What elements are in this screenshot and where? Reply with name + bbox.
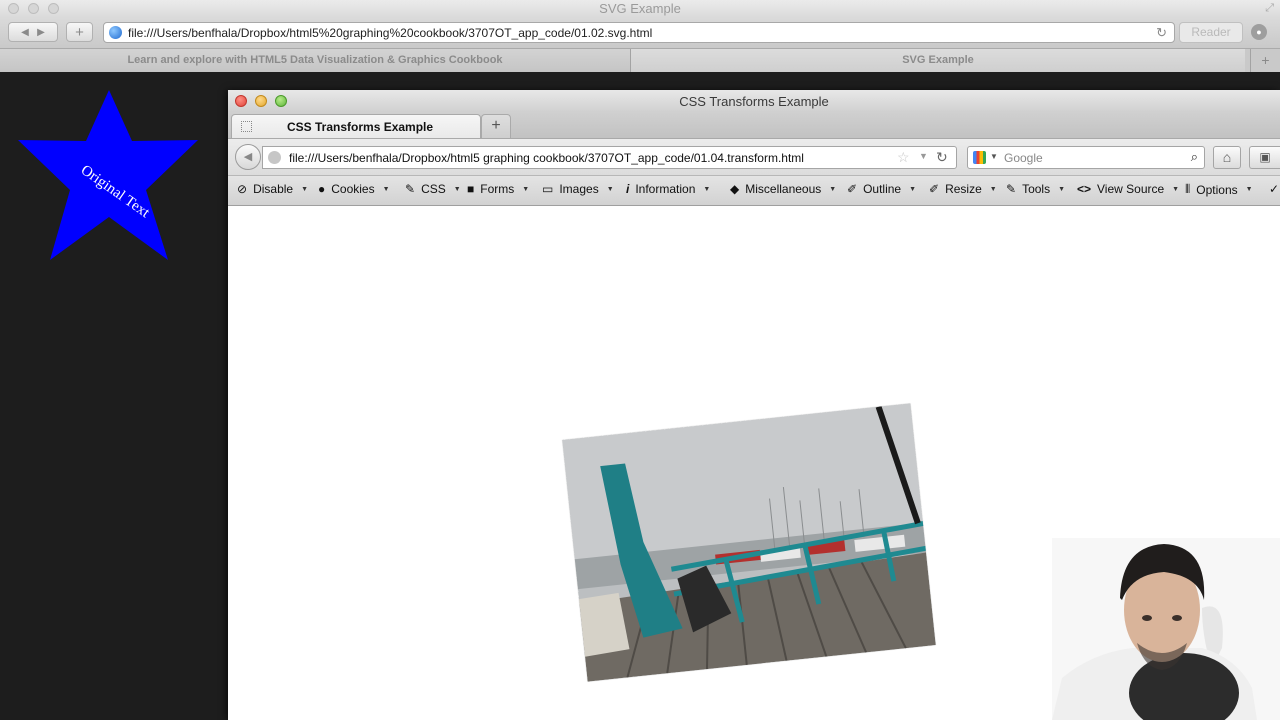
back-tab-cookbook[interactable]: Learn and explore with HTML5 Data Visual… (0, 49, 631, 72)
options-icon: ⦀ (1185, 182, 1191, 196)
chevron-down-icon: ▼ (301, 185, 309, 193)
webdev-label: Resize (945, 182, 982, 196)
back-tab-bar: Learn and explore with HTML5 Data Visual… (0, 48, 1280, 72)
search-box[interactable]: ▼ Google ⌕ (967, 146, 1205, 169)
search-placeholder: Google (1004, 151, 1043, 165)
back-window-title: SVG Example (599, 1, 681, 16)
fullscreen-icon[interactable]: ⤢ (1265, 2, 1274, 15)
chevron-down-icon: ▼ (522, 185, 530, 193)
checkmark-icon[interactable]: ✓ (1269, 182, 1280, 196)
back-address-bar[interactable]: file:///Users/benfhala/Dropbox/html5%20g… (103, 22, 1175, 43)
outline-icon: ✐ (847, 182, 858, 196)
reload-icon[interactable]: ↻ (936, 149, 948, 166)
chevron-down-icon: ▼ (382, 185, 390, 193)
disable-icon: ⊘ (237, 182, 248, 196)
bookmarks-button[interactable]: ▣ (1249, 146, 1280, 169)
chevron-down-icon: ▼ (829, 185, 837, 193)
webdev-menu-cookies[interactable]: ● Cookies ▼ (318, 182, 390, 196)
transformed-harbor-photo (562, 403, 936, 682)
webdev-menu-information[interactable]: i Information ▼ (626, 182, 710, 196)
search-icon[interactable]: ⌕ (1191, 149, 1198, 165)
webdev-label: Options (1196, 182, 1238, 197)
chevron-down-icon: ▼ (606, 185, 614, 193)
webdev-label: Cookies (331, 182, 375, 196)
webdev-label: Miscellaneous (745, 182, 822, 196)
information-icon: i (626, 182, 630, 196)
back-window-titlebar: SVG Example ⤢ (0, 0, 1280, 18)
front-url-text: file:///Users/benfhala/Dropbox/html5 gra… (289, 151, 804, 165)
front-navigation-bar: ◀ file:///Users/benfhala/Dropbox/html5 g… (228, 138, 1280, 175)
check-icon: ✓ (1269, 182, 1280, 196)
svg-star: Original Text (18, 90, 198, 260)
back-window-toolbar: ◀ ▶ + file:///Users/benfhala/Dropbox/htm… (0, 18, 1280, 48)
webdev-label: Outline (863, 182, 902, 196)
front-window-title: CSS Transforms Example (679, 94, 829, 109)
webdev-label: Disable (253, 182, 294, 196)
back-arrow-icon[interactable]: ◀ (21, 27, 29, 38)
webdev-label: CSS (421, 182, 446, 196)
webdev-menu-options[interactable]: ⦀ Options ▼ (1185, 182, 1253, 197)
star-shape (18, 90, 198, 260)
webdev-label: View Source (1097, 182, 1165, 196)
chevron-down-icon: ▼ (989, 185, 997, 193)
back-new-tab-button[interactable]: + (1250, 49, 1280, 72)
chevron-down-icon: ▼ (1058, 185, 1066, 193)
new-tab-button[interactable]: + (481, 114, 511, 138)
tab-css-transforms[interactable]: CSS Transforms Example (231, 114, 481, 138)
back-tab-svg-example[interactable]: SVG Example (631, 49, 1245, 72)
webdev-menu-outline[interactable]: ✐ Outline ▼ (847, 182, 916, 196)
forms-icon: ■ (467, 182, 475, 196)
images-icon: ▭ (542, 182, 554, 196)
webdev-menu-view-source[interactable]: <> View Source ▼ (1077, 182, 1179, 196)
webdev-label: Forms (480, 182, 515, 196)
miscellaneous-icon: ◆ (730, 182, 740, 196)
chevron-down-icon: ▼ (909, 185, 917, 193)
search-engine-dropdown-icon[interactable]: ▼ (990, 152, 998, 161)
css-icon: ✎ (405, 182, 416, 196)
view-source-icon: <> (1077, 182, 1092, 196)
bookmark-star-icon[interactable]: ☆ (897, 149, 910, 166)
webdev-menu-tools[interactable]: ✎ Tools ▼ (1006, 182, 1065, 196)
front-address-bar[interactable]: file:///Users/benfhala/Dropbox/html5 gra… (262, 146, 957, 169)
reader-button[interactable]: Reader (1179, 22, 1243, 43)
chevron-down-icon: ▼ (1245, 186, 1253, 193)
blank-page-icon (241, 121, 252, 132)
webcam-overlay (1052, 538, 1280, 720)
back-url-text: file:///Users/benfhala/Dropbox/html5%20g… (128, 26, 653, 40)
webdev-menu-resize[interactable]: ✐ Resize ▼ (929, 182, 997, 196)
home-button[interactable]: ⌂ (1213, 146, 1241, 169)
globe-icon (109, 26, 122, 39)
activity-icon[interactable]: ● (1251, 24, 1267, 40)
chevron-down-icon: ▼ (1172, 185, 1180, 193)
web-developer-toolbar: ⊘ Disable ▼ ● Cookies ▼ ✎ CSS ▼ ■ Forms ▼ ▭ Image… (228, 175, 1280, 206)
webdev-menu-miscellaneous[interactable]: ◆ Miscellaneous ▼ (730, 182, 836, 196)
history-dropdown-icon[interactable]: ▼ (919, 151, 928, 161)
reload-icon[interactable]: ↻ (1156, 25, 1167, 41)
site-identity-icon[interactable] (268, 151, 281, 164)
add-bookmark-button[interactable]: + (66, 22, 93, 42)
webdev-menu-disable[interactable]: ⊘ Disable ▼ (237, 182, 308, 196)
webdev-menu-forms[interactable]: ■ Forms ▼ (467, 182, 529, 196)
harbor-photo-image (562, 403, 936, 682)
presenter-image (1052, 538, 1280, 720)
webdev-label: Images (559, 182, 599, 196)
back-forward-buttons[interactable]: ◀ ▶ (8, 22, 58, 42)
cookies-icon: ● (318, 182, 326, 196)
forward-arrow-icon[interactable]: ▶ (37, 27, 45, 38)
webdev-menu-images[interactable]: ▭ Images ▼ (542, 182, 614, 196)
back-button[interactable]: ◀ (235, 144, 261, 170)
webdev-label: Information (635, 182, 696, 196)
chevron-down-icon: ▼ (453, 185, 461, 193)
resize-icon: ✐ (929, 182, 940, 196)
front-tab-strip: CSS Transforms Example + (228, 112, 1280, 138)
webdev-label: Tools (1022, 182, 1051, 196)
tools-icon: ✎ (1006, 182, 1017, 196)
chevron-down-icon: ▼ (703, 185, 711, 193)
webdev-menu-css[interactable]: ✎ CSS ▼ (405, 182, 461, 196)
front-window-titlebar: CSS Transforms Example (228, 90, 1280, 112)
tab-label: CSS Transforms Example (287, 120, 434, 134)
google-engine-icon[interactable] (973, 151, 986, 164)
